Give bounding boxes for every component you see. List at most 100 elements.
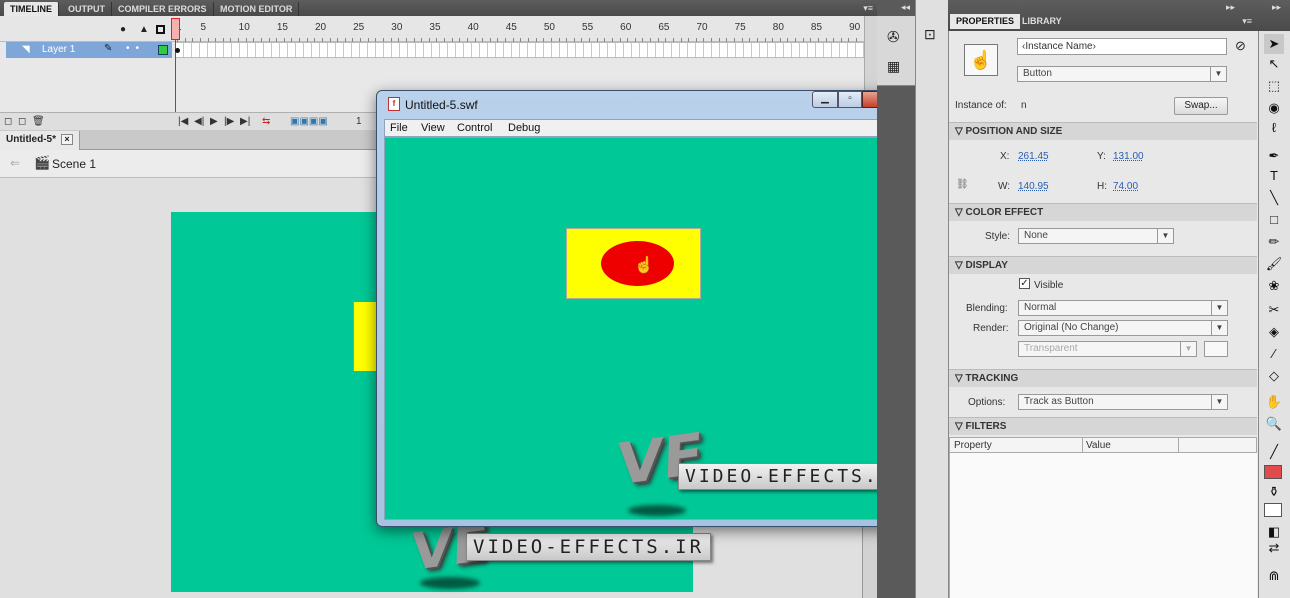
- minimize-button[interactable]: ▁: [812, 91, 838, 108]
- instance-name-input[interactable]: ‹Instance Name›: [1017, 38, 1227, 55]
- brush-tool-icon[interactable]: 🖌: [1264, 254, 1284, 274]
- render-background-select: Transparent ▼: [1018, 341, 1197, 357]
- document-tab[interactable]: Untitled-5* ×: [0, 131, 80, 150]
- collapsed-panel-strip-2: ⊡: [915, 0, 948, 598]
- watermark-text: VIDEO-EFFECTS.IR: [466, 533, 712, 561]
- keyframe-marker[interactable]: [175, 48, 180, 53]
- section-tracking[interactable]: ▽ TRACKING: [949, 369, 1257, 387]
- last-frame-icon[interactable]: ▶|: [240, 116, 250, 127]
- h-value[interactable]: 74.00: [1113, 181, 1138, 192]
- new-layer-icon[interactable]: ◻: [4, 116, 12, 127]
- 3d-rotation-tool-icon[interactable]: ◉: [1264, 98, 1284, 118]
- subselection-tool-icon[interactable]: ↖: [1264, 54, 1284, 74]
- filters-col-property[interactable]: Property: [954, 440, 992, 451]
- blending-select[interactable]: Normal ▼: [1018, 300, 1228, 316]
- scene-icon: 🎬: [34, 155, 51, 170]
- text-tool-icon[interactable]: T: [1264, 166, 1284, 186]
- panel-menu-icon[interactable]: ▾≡: [863, 3, 873, 14]
- tab-library[interactable]: LIBRARY: [1016, 14, 1068, 29]
- eyedropper-tool-icon[interactable]: ⁄: [1264, 344, 1284, 364]
- zoom-tool-icon[interactable]: 🔍: [1264, 414, 1284, 434]
- collapse-arrow-icon[interactable]: ◂◂: [901, 2, 910, 13]
- maximize-button[interactable]: ▫: [838, 91, 862, 108]
- filters-col-value[interactable]: Value: [1086, 440, 1111, 451]
- stroke-color-swatch[interactable]: [1264, 465, 1282, 479]
- swap-colors-icon[interactable]: ⇄: [1264, 538, 1284, 558]
- menu-control[interactable]: Control: [457, 122, 492, 134]
- frame-ruler[interactable]: 151015202530354045505560657075808590: [174, 16, 864, 42]
- section-display[interactable]: ▽ DISPLAY: [949, 256, 1257, 274]
- frame-number: 75: [734, 22, 746, 33]
- lasso-tool-icon[interactable]: ℓ: [1264, 118, 1284, 138]
- eye-icon[interactable]: ●: [120, 24, 126, 35]
- selection-tool-icon[interactable]: ➤: [1264, 34, 1284, 54]
- section-color-effect[interactable]: ▽ COLOR EFFECT: [949, 203, 1257, 221]
- expand-arrow-icon[interactable]: ▸▸: [1226, 2, 1235, 13]
- stage-button-symbol[interactable]: [353, 302, 377, 371]
- step-forward-icon[interactable]: |▶: [224, 116, 234, 127]
- motion-presets-icon[interactable]: ✇: [887, 28, 900, 46]
- paint-bucket-tool-icon[interactable]: ◈: [1264, 322, 1284, 342]
- tab-motion-editor[interactable]: MOTION EDITOR: [214, 2, 300, 16]
- symbol-type-select[interactable]: Button ▼: [1017, 66, 1227, 82]
- play-icon[interactable]: ▶: [210, 116, 218, 127]
- lock-icon[interactable]: ▲: [139, 24, 149, 35]
- tracking-options-select[interactable]: Track as Button ▼: [1018, 394, 1228, 410]
- bone-tool-icon[interactable]: ✂: [1264, 300, 1284, 320]
- frame-cells[interactable]: [176, 42, 864, 58]
- stroke-color-icon[interactable]: ╱: [1264, 442, 1284, 462]
- tab-compiler-errors[interactable]: COMPILER ERRORS: [112, 2, 214, 16]
- pencil-tool-icon[interactable]: ✏: [1264, 232, 1284, 252]
- free-transform-tool-icon[interactable]: ⬚: [1264, 76, 1284, 96]
- delete-layer-icon[interactable]: 🗑: [32, 116, 45, 127]
- tracking-options-value: Track as Button: [1024, 396, 1094, 407]
- chevron-down-icon: ▼: [1180, 342, 1196, 356]
- back-arrow-icon[interactable]: ⇐: [10, 156, 20, 170]
- first-frame-icon[interactable]: |◀: [178, 116, 188, 127]
- style-select[interactable]: None ▼: [1018, 228, 1174, 244]
- fill-color-swatch[interactable]: [1264, 503, 1282, 517]
- tab-timeline[interactable]: TIMELINE: [4, 2, 59, 16]
- onion-skin-icon[interactable]: ▣▣▣▣: [290, 116, 328, 127]
- render-select[interactable]: Original (No Change) ▼: [1018, 320, 1228, 336]
- playhead[interactable]: [171, 18, 180, 40]
- menu-file[interactable]: File: [390, 122, 408, 134]
- y-value[interactable]: 131.00: [1113, 151, 1144, 162]
- line-tool-icon[interactable]: ╲: [1264, 188, 1284, 208]
- expand-arrow-icon[interactable]: ▸▸: [1272, 2, 1281, 13]
- tab-properties[interactable]: PROPERTIES: [950, 14, 1021, 29]
- eraser-tool-icon[interactable]: ◇: [1264, 366, 1284, 386]
- layer-outline-color[interactable]: [158, 45, 168, 55]
- link-icon[interactable]: ⊘: [1235, 38, 1246, 54]
- x-value[interactable]: 261.45: [1018, 151, 1049, 162]
- layer-name[interactable]: Layer 1: [42, 44, 75, 55]
- w-value[interactable]: 140.95: [1018, 181, 1049, 192]
- visible-checkbox[interactable]: ✓: [1019, 278, 1030, 289]
- scene-label[interactable]: Scene 1: [52, 157, 96, 171]
- loop-icon[interactable]: ⇆: [262, 116, 270, 127]
- tab-output[interactable]: OUTPUT: [62, 2, 112, 16]
- outline-icon[interactable]: [156, 25, 165, 34]
- layer-visibility-dots[interactable]: ••: [126, 43, 145, 54]
- fill-color-icon[interactable]: ⚱: [1264, 482, 1284, 502]
- swatches-icon[interactable]: ▦: [887, 58, 900, 75]
- menu-debug[interactable]: Debug: [508, 122, 540, 134]
- swap-button[interactable]: Swap...: [1174, 97, 1228, 115]
- snap-magnet-icon[interactable]: ⋒: [1264, 566, 1284, 586]
- components-icon[interactable]: ⊡: [924, 26, 936, 43]
- rectangle-tool-icon[interactable]: □: [1264, 210, 1284, 230]
- frame-number: 10: [238, 22, 250, 33]
- pen-tool-icon[interactable]: ✒: [1264, 146, 1284, 166]
- close-icon[interactable]: ×: [61, 134, 73, 145]
- section-filters[interactable]: ▽ FILTERS: [949, 417, 1257, 435]
- menu-view[interactable]: View: [421, 122, 445, 134]
- new-folder-icon[interactable]: ◻: [18, 116, 26, 127]
- collapsed-panel-strip: ◂◂: [877, 0, 915, 598]
- panel-menu-icon[interactable]: ▾≡: [1242, 16, 1252, 27]
- deco-tool-icon[interactable]: ❀: [1264, 276, 1284, 296]
- step-back-icon[interactable]: ◀|: [194, 116, 204, 127]
- section-position-size[interactable]: ▽ POSITION AND SIZE: [949, 122, 1257, 140]
- layer-row[interactable]: [6, 42, 172, 58]
- hand-tool-icon[interactable]: ✋: [1264, 392, 1284, 412]
- constrain-link-icon[interactable]: ⛓: [956, 179, 969, 190]
